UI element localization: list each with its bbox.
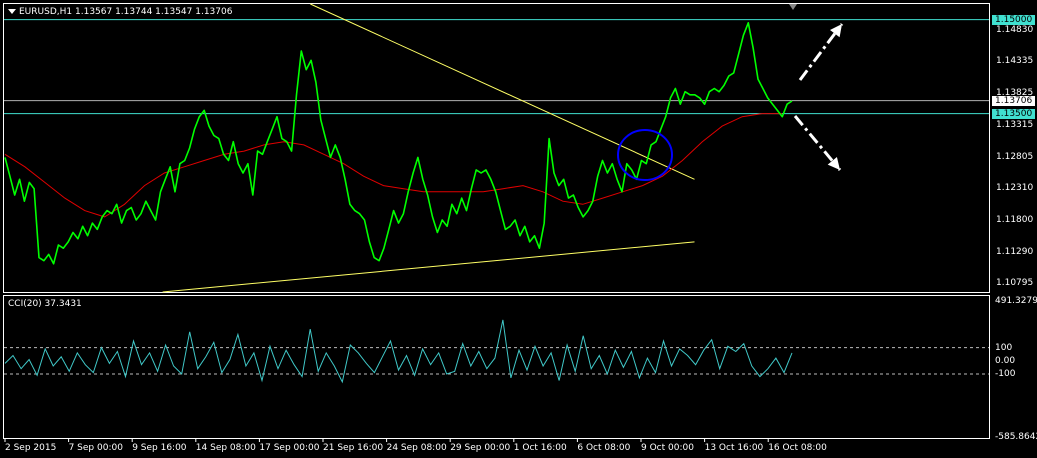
price-tag: 1.13706 [992,95,1036,106]
time-tick-label: 17 Sep 00:00 [259,443,320,453]
time-tick-label: 24 Sep 08:00 [386,443,447,453]
bearish-arrow [793,115,842,171]
price-tick-label: 1.11800 [996,215,1034,225]
cci-tick-label: -585.8642 [995,432,1037,442]
time-tick-label: 21 Sep 16:00 [323,443,384,453]
price-tag: 1.15000 [992,14,1036,25]
chart-header: EURUSD,H1 1.13567 1.13744 1.13547 1.1370… [19,7,232,17]
price-tick-label: 1.14335 [996,56,1034,67]
cci-tick-label: 491.3279 [995,296,1037,306]
price-tick-label: 1.13315 [996,120,1034,131]
time-tick-label: 9 Oct 00:00 [641,443,694,453]
price-tick-label: 1.11290 [996,246,1034,257]
cci-tick-label: -100 [995,368,1016,379]
cci-tick-label: 0.00 [995,355,1016,366]
moving-average-line [4,113,782,218]
price-tick-label: 1.12805 [996,152,1034,163]
chart-canvas[interactable] [0,0,1037,458]
bullish-arrow [798,23,844,81]
collapse-arrow-icon[interactable] [8,9,16,14]
cci-tick-label: 100 [995,342,1013,353]
cci-line [4,319,793,384]
time-tick-label: 29 Sep 00:00 [450,443,511,453]
price-panel-frame [3,3,990,293]
time-tick-label: 13 Oct 16:00 [704,443,764,453]
price-tick-label: 1.14830 [996,25,1034,36]
trendline-ascending [162,241,695,293]
cci-header: CCI(20) 37.3431 [8,299,82,309]
price-tick-label: 1.10795 [996,277,1034,288]
time-tick-label: 16 Oct 08:00 [768,443,827,453]
time-tick-label: 1 Oct 16:00 [513,443,567,453]
time-tick-label: 2 Sep 2015 [5,443,57,453]
breakout-circle [617,129,673,181]
time-tick-label: 9 Sep 16:00 [132,443,187,453]
price-tick-label: 1.12310 [996,183,1034,194]
price-tag: 1.13500 [992,108,1036,119]
time-tick-label: 14 Sep 08:00 [195,443,256,453]
price-line [4,22,793,265]
trendline-descending [310,3,695,180]
time-tick-label: 7 Sep 00:00 [68,443,123,453]
cci-panel-frame [3,295,990,439]
symbol-timeframe: EURUSD,H1 [19,7,73,17]
time-tick-label: 6 Oct 08:00 [577,443,631,453]
shift-marker [789,4,797,10]
ohlc-values: 1.13567 1.13744 1.13547 1.13706 [75,7,233,17]
